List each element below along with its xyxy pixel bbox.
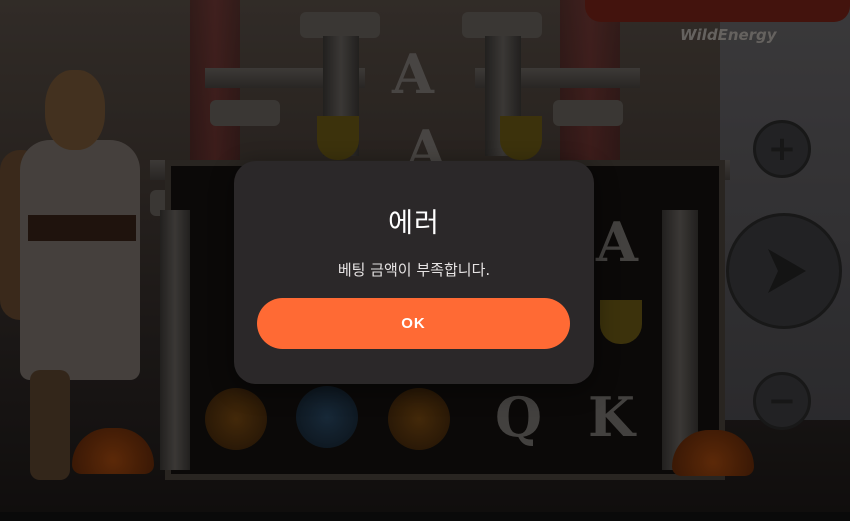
ok-button[interactable]: OK: [257, 298, 570, 349]
error-dialog: 에러 베팅 금액이 부족합니다. OK: [234, 161, 594, 384]
dialog-message: 베팅 금액이 부족합니다.: [337, 261, 491, 279]
dialog-title: 에러: [388, 208, 440, 239]
bottom-bar: [0, 512, 850, 521]
